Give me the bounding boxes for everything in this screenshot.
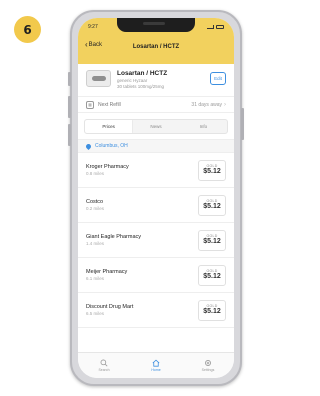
tab-prices[interactable]: Prices xyxy=(85,120,133,133)
bottom-tab-settings[interactable]: Settings xyxy=(182,353,234,378)
location-text: Columbus, OH xyxy=(95,143,128,149)
phone-power-button xyxy=(241,108,244,140)
refill-label: Next Refill xyxy=(98,101,121,108)
status-time: 9:27 xyxy=(88,24,98,30)
price-button[interactable]: GOLD $5.12 xyxy=(198,299,226,321)
pharmacy-distance: 6.5 miles xyxy=(86,310,105,316)
navigation-bar: ‹ Back Losartan / HCTZ xyxy=(78,36,234,58)
bottom-tab-bar: Search Home Settings xyxy=(78,352,234,378)
phone-frame: 9:27 ‹ Back Losartan / HCTZ Losartan / H… xyxy=(68,10,244,386)
phone-notch xyxy=(117,18,195,32)
tab-news[interactable]: News xyxy=(132,120,179,133)
pharmacy-row[interactable]: Costco 0.2 miles GOLD $5.12 xyxy=(78,188,234,223)
pharmacy-name: Meijer Pharmacy xyxy=(86,268,128,275)
search-icon xyxy=(100,359,108,367)
location-pin-icon xyxy=(84,142,93,150)
phone-mute-switch xyxy=(68,72,71,86)
pharmacy-distance: 0.2 miles xyxy=(86,205,105,211)
price-value: $5.12 xyxy=(203,203,221,210)
status-icons xyxy=(207,25,224,29)
pharmacy-distance: 1.4 miles xyxy=(86,240,105,246)
pharmacy-distance: 0.8 miles xyxy=(86,170,105,176)
gear-icon xyxy=(205,360,211,366)
tab-info[interactable]: Info xyxy=(180,120,227,133)
back-label: Back xyxy=(88,42,103,48)
phone-volume-down-button xyxy=(68,124,71,146)
price-button[interactable]: GOLD $5.12 xyxy=(198,229,226,251)
bottom-tab-label: Search xyxy=(98,368,110,372)
pharmacy-row[interactable]: Giant Eagle Pharmacy 1.4 miles GOLD $5.1… xyxy=(78,223,234,258)
pharmacy-row[interactable]: Kroger Pharmacy 0.8 miles GOLD $5.12 xyxy=(78,153,234,188)
pharmacy-name: Giant Eagle Pharmacy xyxy=(86,233,142,240)
price-button[interactable]: GOLD $5.12 xyxy=(198,159,226,181)
chevron-right-icon: › xyxy=(224,101,226,108)
calendar-icon: ▦ xyxy=(86,100,94,109)
bottom-tab-label: Settings xyxy=(201,368,215,372)
nav-title: Losartan / HCTZ xyxy=(132,44,180,50)
drug-summary-card: Losartan / HCTZ generic Hyzaar 30 tablet… xyxy=(78,64,234,96)
chevron-left-icon: ‹ xyxy=(85,40,88,49)
price-value: $5.12 xyxy=(203,308,221,315)
pharmacy-name: Kroger Pharmacy xyxy=(86,163,129,170)
phone-volume-up-button xyxy=(68,96,71,118)
pharmacy-list: Kroger Pharmacy 0.8 miles GOLD $5.12 Cos… xyxy=(78,153,234,328)
pharmacy-row[interactable]: Meijer Pharmacy 6.1 miles GOLD $5.12 xyxy=(78,258,234,293)
speaker-grille xyxy=(143,22,165,25)
pharmacy-name: Costco xyxy=(86,198,104,205)
step-number-badge: 6 xyxy=(14,16,41,43)
price-value: $5.12 xyxy=(203,238,221,245)
drug-info: Losartan / HCTZ generic Hyzaar 30 tablet… xyxy=(117,70,210,89)
price-button[interactable]: GOLD $5.12 xyxy=(198,264,226,286)
pharmacy-distance: 6.1 miles xyxy=(86,275,105,281)
segmented-tabs: Prices News Info xyxy=(84,119,228,134)
signal-icon xyxy=(207,25,214,29)
back-button[interactable]: ‹ Back xyxy=(85,41,102,49)
bottom-tab-label: Home xyxy=(151,368,161,372)
bottom-tab-search[interactable]: Search xyxy=(78,353,130,378)
pharmacy-name: Discount Drug Mart xyxy=(86,303,134,310)
refill-value: 31 days away xyxy=(191,101,222,108)
pharmacy-row[interactable]: Discount Drug Mart 6.5 miles GOLD $5.12 xyxy=(78,293,234,328)
price-value: $5.12 xyxy=(203,273,221,280)
location-selector[interactable]: Columbus, OH xyxy=(78,139,234,153)
home-icon xyxy=(152,359,160,367)
edit-button[interactable]: Edit xyxy=(210,72,226,85)
drug-quantity: 30 tablets 100mg/25mg xyxy=(117,83,165,89)
price-value: $5.12 xyxy=(203,168,221,175)
bottom-tab-home[interactable]: Home xyxy=(130,353,182,378)
app-screen: 9:27 ‹ Back Losartan / HCTZ Losartan / H… xyxy=(78,18,234,378)
battery-icon xyxy=(216,25,224,29)
drug-name: Losartan / HCTZ xyxy=(117,70,168,77)
pill-icon xyxy=(86,70,111,87)
price-button[interactable]: GOLD $5.12 xyxy=(198,194,226,216)
next-refill-row[interactable]: ▦ Next Refill 31 days away › xyxy=(78,96,234,113)
